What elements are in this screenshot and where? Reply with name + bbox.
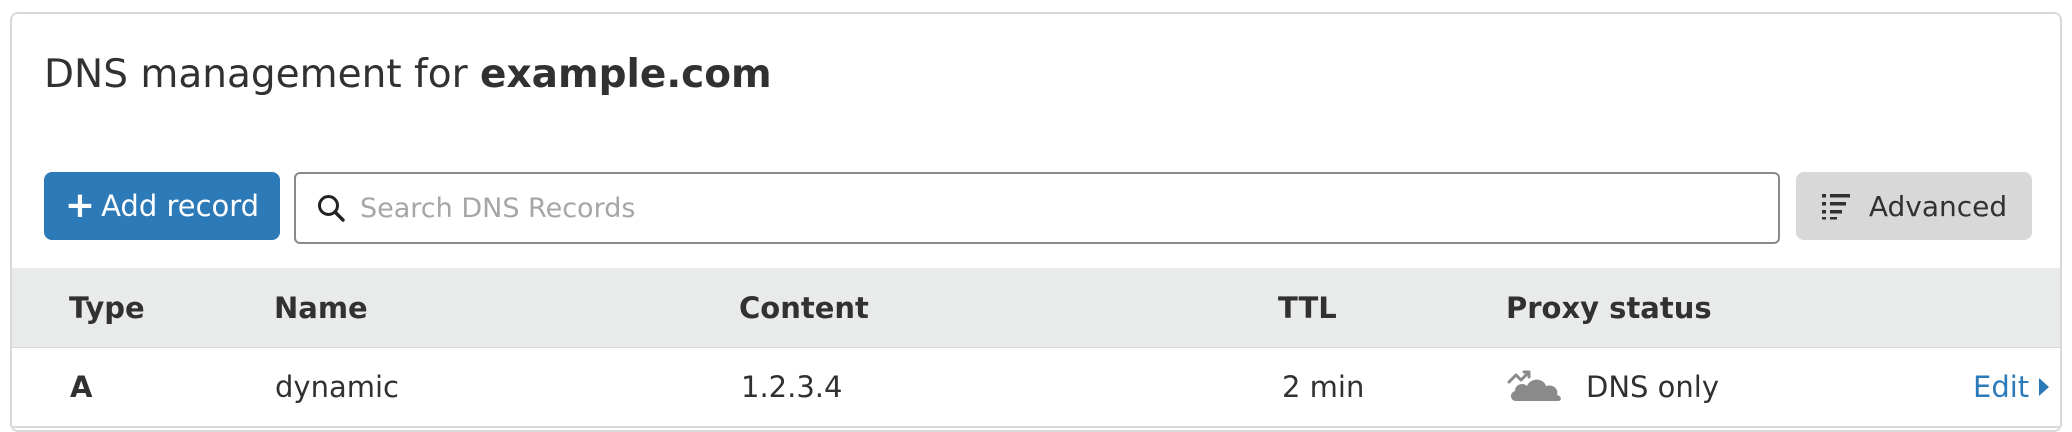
column-header-type[interactable]: Type — [69, 268, 145, 348]
toolbar: + Add record Advanced — [44, 160, 2032, 244]
record-type: A — [70, 370, 93, 404]
record-ttl: 2 min — [1282, 370, 1365, 404]
column-header-name[interactable]: Name — [274, 268, 368, 348]
search-box[interactable] — [294, 172, 1780, 244]
dns-card: DNS management for example.com + Add rec… — [10, 12, 2062, 432]
search-input[interactable] — [358, 191, 1778, 225]
add-record-button[interactable]: + Add record — [44, 172, 280, 240]
proxy-status-label: DNS only — [1586, 370, 1719, 404]
add-record-label: Add record — [101, 189, 260, 223]
domain-name: example.com — [480, 52, 772, 97]
advanced-button[interactable]: Advanced — [1796, 172, 2032, 240]
edit-record-link[interactable]: Edit — [1973, 348, 2051, 426]
grey-cloud-icon — [1507, 370, 1561, 401]
column-header-proxy-status[interactable]: Proxy status — [1506, 268, 1712, 348]
caret-right-icon — [2039, 378, 2050, 396]
record-name: dynamic — [275, 370, 399, 404]
table-row[interactable]: A dynamic 1.2.3.4 2 min DNS only Edit — [12, 348, 2060, 428]
column-header-content[interactable]: Content — [739, 268, 869, 348]
list-filter-icon — [1821, 194, 1850, 220]
search-icon — [318, 195, 345, 222]
proxy-status: DNS only — [1506, 348, 1719, 426]
edit-label: Edit — [1973, 370, 2030, 404]
column-header-ttl[interactable]: TTL — [1278, 268, 1337, 348]
advanced-label: Advanced — [1868, 189, 2008, 223]
record-content: 1.2.3.4 — [741, 370, 843, 404]
table-header: Type Name Content TTL Proxy status — [12, 268, 2060, 348]
page-title: DNS management for example.com — [44, 52, 772, 99]
page-title-prefix: DNS management for — [44, 52, 481, 97]
plus-icon: + — [64, 185, 96, 226]
